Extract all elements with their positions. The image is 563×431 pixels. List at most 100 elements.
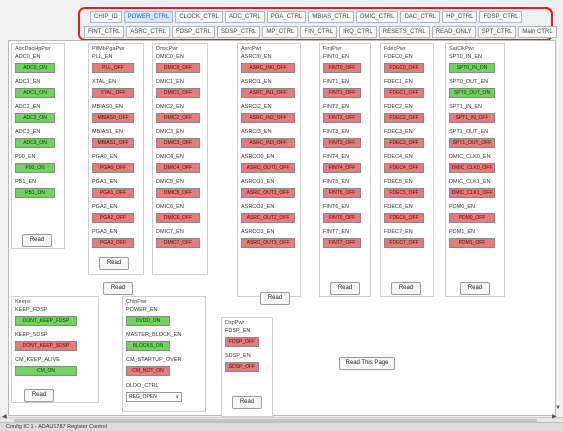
g7-toggle-button-2[interactable]: SPT1_IN_OFF xyxy=(449,113,495,123)
g2-toggle-button-7[interactable]: PGA3_OFF xyxy=(92,238,134,248)
tab-resets-ctrl[interactable]: RESETS_CTRL xyxy=(378,26,430,38)
g3-toggle-button-1[interactable]: DMIC1_OFF xyxy=(156,88,200,98)
tab-fint-ctrl[interactable]: FINT_CTRL xyxy=(84,26,125,38)
tab-power-ctrl[interactable]: POWER_CTRL xyxy=(123,11,174,23)
tab-read-only[interactable]: READ_ONLY xyxy=(431,26,476,38)
g5-toggle-button-7[interactable]: FINT7_OFF xyxy=(323,238,361,248)
tab-chip-id[interactable]: CHIP_ID xyxy=(90,11,122,23)
tab-irq-ctrl[interactable]: IRQ_CTRL xyxy=(339,26,377,38)
g6-toggle-button-6[interactable]: FDEC6_OFF xyxy=(384,213,424,223)
g3-toggle-button-5[interactable]: DMIC5_OFF xyxy=(156,188,200,198)
g7-toggle-button-7[interactable]: PDM1_OFF xyxy=(449,238,495,248)
scroll-down-arrow-icon[interactable]: ▼ xyxy=(555,405,561,411)
g10-toggle-button-0[interactable]: FDSP_OFF xyxy=(225,337,259,347)
g3-toggle-button-7[interactable]: DMIC7_OFF xyxy=(156,238,200,248)
g2-toggle-button-4[interactable]: PGA0_OFF xyxy=(92,163,134,173)
dldo-ctrl-select[interactable]: REG_OPEN ∨ xyxy=(126,392,182,402)
g5-toggle-button-0[interactable]: FINT0_OFF xyxy=(323,63,361,73)
g5-toggle-button-5[interactable]: FINT5_OFF xyxy=(323,188,361,198)
g4-read-button[interactable]: Read xyxy=(260,292,290,305)
g6-toggle-button-2[interactable]: FDEC2_OFF xyxy=(384,113,424,123)
g3-label-5: DMIC5_EN xyxy=(156,179,184,185)
g1-toggle-button-4[interactable]: P00_ON xyxy=(15,163,55,173)
g2-toggle-button-3[interactable]: MBIAS1_OFF xyxy=(92,138,134,148)
g4-toggle-button-3[interactable]: ASRC_IN3_OFF xyxy=(241,138,295,148)
tab-spt-ctrl[interactable]: SPT_CTRL xyxy=(477,26,517,38)
g4-toggle-button-2[interactable]: ASRC_IN2_OFF xyxy=(241,113,295,123)
tab-fin-ctrl[interactable]: FIN_CTRL xyxy=(300,26,338,38)
tab-hp-ctrl[interactable]: HP_CTRL xyxy=(442,11,478,23)
g4-toggle-button-5[interactable]: ASRC_OUT1_OFF xyxy=(241,188,295,198)
g5-read-button[interactable]: Read xyxy=(330,282,360,295)
g8-toggle-button-0[interactable]: DONT_KEEP_FDSP xyxy=(15,316,77,326)
g7-read-button[interactable]: Read xyxy=(460,282,490,295)
g6-toggle-button-1[interactable]: FDEC1_OFF xyxy=(384,88,424,98)
g9-toggle-button-2[interactable]: CM_NOT_ON xyxy=(126,366,170,376)
g5-toggle-button-3[interactable]: FINT3_OFF xyxy=(323,138,361,148)
g1-toggle-button-0[interactable]: ADC0_ON xyxy=(15,63,55,73)
tab-pga-ctrl[interactable]: PGA_CTRL xyxy=(266,11,307,23)
g4-toggle-button-0[interactable]: ASRC_IN0_OFF xyxy=(241,63,295,73)
g3-toggle-button-2[interactable]: DMIC2_OFF xyxy=(156,113,200,123)
g7-toggle-button-4[interactable]: DMIC_CLK0_OFF xyxy=(449,163,495,173)
g3-toggle-button-6[interactable]: DMIC6_OFF xyxy=(156,213,200,223)
tab-fdsp-ctrl[interactable]: FDSP_CTRL xyxy=(479,11,523,23)
g8-toggle-button-1[interactable]: DONT_KEEP_SDSP xyxy=(15,341,77,351)
g7-toggle-button-6[interactable]: PDM0_OFF xyxy=(449,213,495,223)
tab-mbias-ctrl[interactable]: MBIAS_CTRL xyxy=(308,11,355,23)
g3-read-button[interactable]: Read xyxy=(103,282,133,295)
g5-toggle-button-4[interactable]: FINT4_OFF xyxy=(323,163,361,173)
g7-toggle-button-3[interactable]: SPT1_OUT_OFF xyxy=(449,138,495,148)
scroll-right-arrow-icon[interactable]: ▶ xyxy=(552,413,557,420)
g10-read-button[interactable]: Read xyxy=(232,396,262,409)
g3-toggle-button-4[interactable]: DMIC4_OFF xyxy=(156,163,200,173)
dropdown-arrow-icon[interactable]: ∨ xyxy=(175,393,179,401)
tab-sdsp-ctrl[interactable]: SDSP_CTRL xyxy=(217,26,261,38)
g1-read-button[interactable]: Read xyxy=(22,234,52,247)
g2-toggle-button-0[interactable]: PLL_OFF xyxy=(92,63,134,73)
g5-toggle-button-6[interactable]: FINT6_OFF xyxy=(323,213,361,223)
tab-dac-ctrl[interactable]: DAC_CTRL xyxy=(400,11,441,23)
g1-toggle-button-5[interactable]: PB1_ON xyxy=(15,188,55,198)
g6-toggle-button-4[interactable]: FDEC4_OFF xyxy=(384,163,424,173)
g4-toggle-button-6[interactable]: ASRC_OUT2_OFF xyxy=(241,213,295,223)
tab-dmic-ctrl[interactable]: DMIC_CTRL xyxy=(356,11,399,23)
g2-toggle-button-2[interactable]: MBIAS0_OFF xyxy=(92,113,134,123)
tab-clock-ctrl[interactable]: CLOCK_CTRL xyxy=(175,11,224,23)
g3-toggle-button-3[interactable]: DMIC3_OFF xyxy=(156,138,200,148)
tab-mp-ctrl[interactable]: MP_CTRL xyxy=(262,26,299,38)
g6-toggle-button-7[interactable]: FDEC7_OFF xyxy=(384,238,424,248)
g4-toggle-button-7[interactable]: ASRC_OUT3_OFF xyxy=(241,238,295,248)
g8-toggle-button-2[interactable]: CM_ON xyxy=(15,366,77,376)
tab-adc-ctrl[interactable]: ADC_CTRL xyxy=(225,11,265,23)
g1-toggle-button-3[interactable]: ADC3_ON xyxy=(15,138,55,148)
g6-toggle-button-0[interactable]: FDEC0_OFF xyxy=(384,63,424,73)
g5-toggle-button-2[interactable]: FINT2_OFF xyxy=(323,113,361,123)
g2-toggle-button-5[interactable]: PGA1_OFF xyxy=(92,188,134,198)
read-this-page-button[interactable]: Read This Page xyxy=(339,357,395,370)
g7-toggle-button-1[interactable]: SPT0_OUT_ON xyxy=(449,88,495,98)
g6-toggle-button-5[interactable]: FDEC5_OFF xyxy=(384,188,424,198)
g5-toggle-button-1[interactable]: FINT1_OFF xyxy=(323,88,361,98)
tab-fdsp-ctrl[interactable]: FDSP_CTRL xyxy=(172,26,216,38)
g6-toggle-button-3[interactable]: FDEC3_OFF xyxy=(384,138,424,148)
g7-toggle-button-0[interactable]: SPT0_IN_ON xyxy=(449,63,495,73)
g9-toggle-button-1[interactable]: BLOCKS_ON xyxy=(126,341,170,351)
g6-read-button[interactable]: Read xyxy=(391,282,421,295)
g1-toggle-button-1[interactable]: ADC1_ON xyxy=(15,88,55,98)
g2-toggle-button-1[interactable]: XTAL_OFF xyxy=(92,88,134,98)
g2-read-button[interactable]: Read xyxy=(99,257,129,270)
g7-toggle-button-5[interactable]: DMIC_CLK1_OFF xyxy=(449,188,495,198)
g10-toggle-button-1[interactable]: SDSP_OFF xyxy=(225,362,259,372)
g8-read-button[interactable]: Read xyxy=(24,389,54,402)
g2-toggle-button-6[interactable]: PGA2_OFF xyxy=(92,213,134,223)
g4-toggle-button-1[interactable]: ASRC_IN1_OFF xyxy=(241,88,295,98)
g9-toggle-button-0[interactable]: DVDD_ON xyxy=(126,316,170,326)
tab-asrc-ctrl[interactable]: ASRC_CTRL xyxy=(126,26,171,38)
g7-label-5: DMIC_CLK1_EN xyxy=(449,179,491,185)
g1-toggle-button-2[interactable]: ADC2_ON xyxy=(15,113,55,123)
g4-toggle-button-4[interactable]: ASRC_OUT0_OFF xyxy=(241,163,295,173)
tab-main-ctrl[interactable]: Main CTRL xyxy=(518,26,557,38)
g3-toggle-button-0[interactable]: DMIC0_OFF xyxy=(156,63,200,73)
scroll-left-arrow-icon[interactable]: ◀ xyxy=(2,413,7,420)
